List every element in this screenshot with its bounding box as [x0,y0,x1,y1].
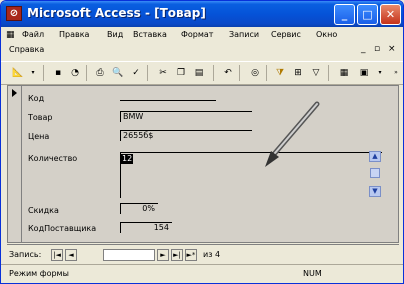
menu-tools[interactable]: Сервис [271,30,301,39]
toolbar-separator [239,65,240,81]
search-icon[interactable]: ◔ [68,66,82,80]
new-record-button[interactable]: ►* [185,249,197,261]
filter-by-form-icon[interactable]: ⊞ [291,66,305,80]
label-discount: Скидка [28,206,59,215]
print-icon[interactable]: ⎙ [93,66,107,80]
label-quantity: Количество [28,154,78,163]
access-window: ⊘ Microsoft Access - [Товар] _ □ ✕ ▦ Фай… [0,0,404,284]
scroll-thumb[interactable] [370,168,380,178]
hyperlink-icon[interactable]: ◎ [248,66,262,80]
field-code[interactable] [120,90,216,101]
field-product[interactable]: BMW [120,111,252,122]
title-bar[interactable]: ⊘ Microsoft Access - [Товар] _ □ ✕ [1,1,403,27]
copy-icon[interactable]: ❐ [174,66,188,80]
properties-icon[interactable]: ▦ [337,66,351,80]
record-selector[interactable] [8,86,22,242]
mdi-minimize-button[interactable]: _ [361,44,366,54]
menu-window-icon[interactable]: ▦ [6,30,15,40]
view-dropdown-icon[interactable]: ▾ [26,66,40,80]
toolbar-separator [147,65,148,81]
new-object-dropdown-icon[interactable]: ▾ [373,66,387,80]
next-record-button[interactable]: ► [157,249,169,261]
new-object-icon[interactable]: ▣ [357,66,371,80]
prev-record-button[interactable]: ◄ [65,249,77,261]
apply-filter-icon[interactable]: ▽ [309,66,323,80]
toolbar-options-icon[interactable]: » [389,66,403,80]
quantity-value: 12 [121,154,134,164]
scroll-up-icon[interactable]: ▲ [369,151,381,162]
first-record-button[interactable]: |◄ [51,249,63,261]
status-num: NUM [303,269,322,278]
scroll-down-icon[interactable]: ▼ [369,186,381,197]
toolbar: 📐 ▾ ▪ ◔ ⎙ 🔍 ✓ ✂ ❐ ▤ ↶ ◎ ⧩ ⊞ ▽ ▦ ▣ ▾ » [1,61,403,85]
menu-help[interactable]: Справка [9,45,44,54]
form-area: Код Товар BMW Цена 2655б$ Количество 12 … [7,85,399,243]
menu-bar-row-2: Справка _ ▫ × [1,43,403,59]
toolbar-separator [43,65,44,81]
quantity-scrollbar[interactable]: ▲ ▼ [369,151,382,199]
close-button[interactable]: ✕ [380,4,401,25]
view-icon[interactable]: 📐 [11,66,25,80]
menu-edit[interactable]: Правка [59,30,89,39]
toolbar-separator [266,65,267,81]
maximize-button[interactable]: □ [357,4,378,25]
access-key-icon[interactable]: ⊘ [6,6,22,21]
mdi-restore-button[interactable]: ▫ [374,44,380,54]
toolbar-separator [86,65,87,81]
label-price: Цена [28,132,50,141]
menu-window[interactable]: Окно [316,30,337,39]
undo-icon[interactable]: ↶ [221,66,235,80]
cut-icon[interactable]: ✂ [156,66,170,80]
label-code: Код [28,94,45,103]
filter-by-selection-icon[interactable]: ⧩ [273,66,287,80]
paste-icon[interactable]: ▤ [192,66,206,80]
preview-icon[interactable]: 🔍 [111,66,125,80]
pen-cursor-icon [265,101,320,167]
label-product: Товар [28,113,53,122]
record-count: из 4 [203,250,221,259]
toolbar-separator [328,65,329,81]
minimize-button[interactable]: _ [334,4,355,25]
field-discount[interactable]: 0% [120,203,158,214]
record-navigation: Запись: |◄ ◄ ► ►| ►* из 4 [7,244,399,264]
current-record-icon [12,89,17,97]
field-quantity[interactable]: 12 [120,152,382,198]
status-mode: Режим формы [9,269,69,278]
menu-format[interactable]: Формат [181,30,213,39]
status-bar: Режим формы NUM [1,264,403,283]
last-record-button[interactable]: ►| [171,249,183,261]
mdi-close-button[interactable]: × [388,44,396,54]
spelling-icon[interactable]: ✓ [129,66,143,80]
save-icon[interactable]: ▪ [51,66,65,80]
menu-insert[interactable]: Вставка [133,30,167,39]
menu-view[interactable]: Вид [107,30,123,39]
field-price[interactable]: 2655б$ [120,130,252,141]
toolbar-separator [213,65,214,81]
field-supplier-code[interactable]: 154 [120,222,172,233]
record-number-input[interactable] [103,249,155,261]
label-supplier-code: КодПоставщика [28,224,97,233]
window-title: Microsoft Access - [Товар] [27,6,206,20]
menu-bar: ▦ Файл Правка Вид Вставка Формат Записи … [1,27,403,43]
record-label: Запись: [9,250,42,259]
menu-file[interactable]: Файл [22,30,44,39]
menu-records[interactable]: Записи [229,30,259,39]
